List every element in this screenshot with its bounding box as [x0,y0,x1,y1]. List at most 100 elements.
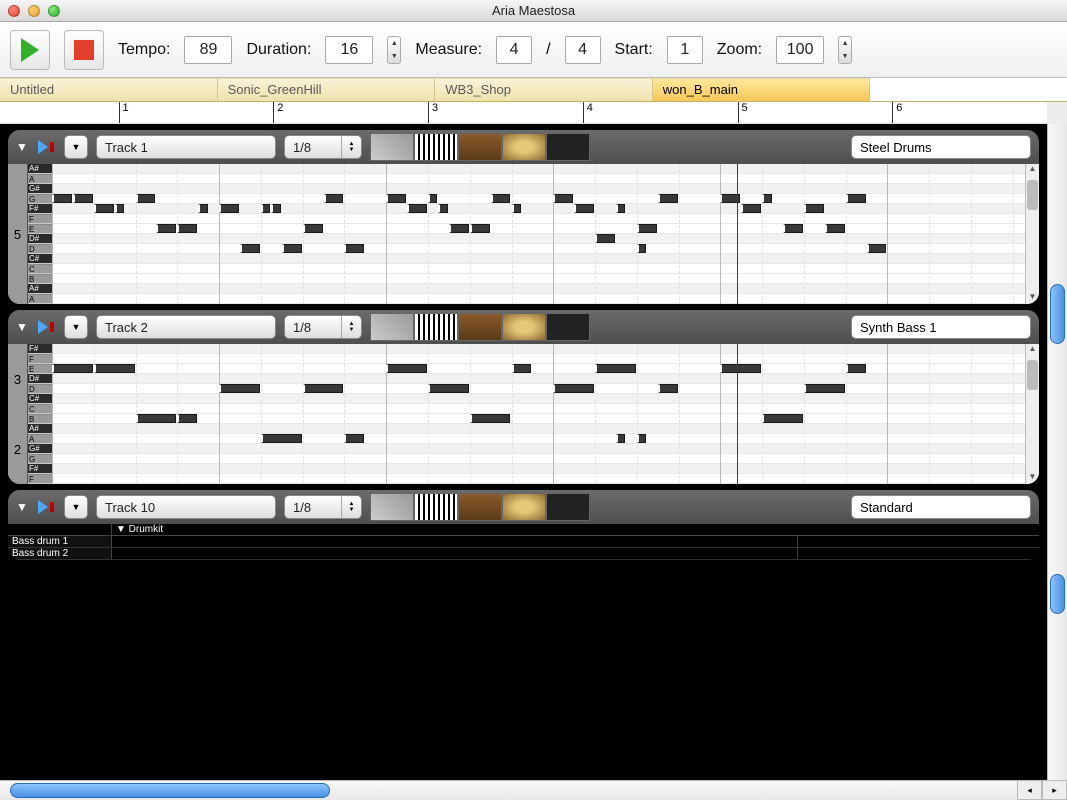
piano-key[interactable]: D [28,384,52,394]
midi-note[interactable] [658,194,678,203]
drum-editor-icon[interactable] [502,313,546,341]
piano-key[interactable]: G# [28,444,52,454]
note-grid[interactable] [52,164,1025,304]
note-value-dropdown[interactable]: 1/8▲▼ [284,495,362,519]
midi-note[interactable] [804,384,845,393]
measure-denominator-input[interactable] [565,36,601,64]
midi-note[interactable] [449,224,469,233]
midi-note[interactable] [303,224,323,233]
zoom-stepper[interactable]: ▲▼ [838,36,852,64]
midi-note[interactable] [658,384,678,393]
midi-note[interactable] [637,434,646,443]
piano-key[interactable]: C# [28,254,52,264]
scroll-right-button[interactable]: ▸ [1042,780,1067,800]
piano-key[interactable]: F [28,354,52,364]
midi-note[interactable] [741,204,761,213]
midi-note[interactable] [303,384,344,393]
piano-key[interactable]: D# [28,234,52,244]
midi-note[interactable] [428,194,437,203]
piano-key[interactable]: A# [28,284,52,294]
measure-ruler[interactable]: 123456 [0,102,1047,124]
piano-key[interactable]: C [28,264,52,274]
midi-note[interactable] [240,244,260,253]
piano-key[interactable]: A [28,434,52,444]
piano-key[interactable]: E [28,364,52,374]
piano-key[interactable]: F# [28,204,52,214]
guitar-editor-icon[interactable] [458,493,502,521]
midi-note[interactable] [136,194,156,203]
vertical-scroll-thumb[interactable] [1050,284,1065,344]
midi-note[interactable] [616,434,625,443]
window-close-button[interactable] [8,5,20,17]
track-vertical-scrollbar[interactable]: ▲▼ [1025,164,1039,304]
mute-button[interactable] [38,500,56,514]
midi-note[interactable] [407,204,427,213]
track-name-dropdown[interactable]: Track 1 [96,135,276,159]
tab-sonic-greenhill[interactable]: Sonic_GreenHill [218,78,436,101]
piano-key[interactable]: D# [28,374,52,384]
track-collapse-toggle[interactable]: ▼ [16,500,30,514]
track-name-dropdown[interactable]: Track 2 [96,315,276,339]
midi-note[interactable] [470,414,511,423]
midi-note[interactable] [595,234,615,243]
piano-key[interactable]: C [28,404,52,414]
piano-key[interactable]: B [28,274,52,284]
midi-note[interactable] [512,364,532,373]
midi-note[interactable] [115,204,124,213]
piano-key[interactable]: C# [28,394,52,404]
mute-button[interactable] [38,320,56,334]
piano-key[interactable]: F# [28,464,52,474]
controller-editor-icon[interactable] [546,133,590,161]
vertical-scrollbar[interactable] [1047,124,1067,780]
midi-note[interactable] [616,204,625,213]
piano-key[interactable]: A# [28,164,52,174]
midi-note[interactable] [52,194,72,203]
piano-key[interactable]: G [28,194,52,204]
midi-note[interactable] [428,384,469,393]
mute-button[interactable] [38,140,56,154]
piano-key[interactable]: G [28,454,52,464]
midi-note[interactable] [261,204,270,213]
midi-note[interactable] [553,194,573,203]
midi-note[interactable] [324,194,344,203]
piano-key[interactable]: B [28,414,52,424]
start-input[interactable] [667,36,703,64]
midi-note[interactable] [177,414,197,423]
guitar-editor-icon[interactable] [458,133,502,161]
stop-button[interactable] [64,30,104,70]
tempo-input[interactable] [184,36,232,64]
controller-editor-icon[interactable] [546,313,590,341]
keyboard-editor-icon[interactable] [414,493,458,521]
midi-note[interactable] [219,384,260,393]
tab-wb3-shop[interactable]: WB3_Shop [435,78,653,101]
piano-key[interactable]: F# [28,344,52,354]
measure-numerator-input[interactable] [496,36,532,64]
keyboard-editor-icon[interactable] [414,133,458,161]
midi-note[interactable] [386,364,427,373]
play-button[interactable] [10,30,50,70]
tab-won-b-main[interactable]: won_B_main [653,78,871,101]
piano-key[interactable]: E [28,224,52,234]
instrument-selector[interactable]: Steel Drums [851,135,1031,159]
drum-grid[interactable]: ▼ DrumkitBass drum 1Bass drum 2 [8,524,1039,560]
piano-key[interactable]: F [28,214,52,224]
piano-key[interactable]: G# [28,184,52,194]
duration-input[interactable] [325,36,373,64]
midi-note[interactable] [470,224,490,233]
midi-note[interactable] [386,194,406,203]
window-minimize-button[interactable] [28,5,40,17]
note-value-dropdown[interactable]: 1/8▲▼ [284,315,362,339]
midi-note[interactable] [512,204,521,213]
midi-note[interactable] [136,414,177,423]
midi-note[interactable] [156,224,176,233]
midi-note[interactable] [867,244,887,253]
playhead[interactable] [737,164,738,304]
score-editor-icon[interactable] [370,133,414,161]
score-editor-icon[interactable] [370,313,414,341]
duration-stepper[interactable]: ▲▼ [387,36,401,64]
midi-note[interactable] [720,364,761,373]
controller-editor-icon[interactable] [546,493,590,521]
midi-note[interactable] [846,364,866,373]
midi-note[interactable] [846,194,866,203]
piano-key[interactable]: D [28,244,52,254]
